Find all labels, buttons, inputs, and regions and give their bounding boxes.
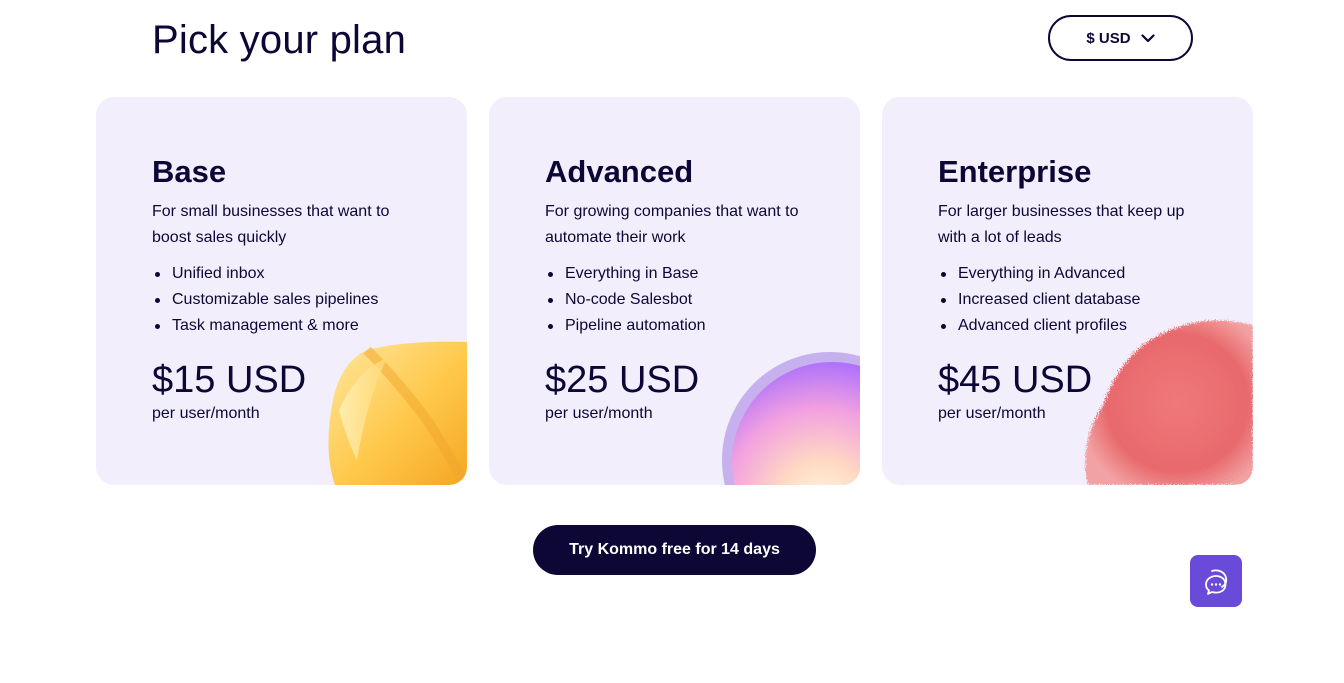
feature-item: Unified inbox — [152, 261, 422, 287]
plan-price: $25 USD — [545, 359, 700, 401]
plan-card-base: Base For small businesses that want to b… — [96, 97, 467, 485]
feature-item: Everything in Base — [545, 261, 815, 287]
plan-name: Enterprise — [938, 154, 1092, 189]
plan-description: For larger businesses that keep up with … — [938, 203, 1185, 246]
plan-period: per user/month — [545, 405, 653, 422]
feature-item: Customizable sales pipelines — [152, 287, 422, 313]
feature-item: Task management & more — [152, 313, 422, 339]
feature-item: No-code Salesbot — [545, 287, 815, 313]
plan-card-advanced: Advanced For growing companies that want… — [489, 97, 860, 485]
feature-list: Everything in Advanced Increased client … — [938, 261, 1208, 339]
plan-price: $15 USD — [152, 359, 307, 401]
pricing-page: Pick your plan $ USD Base For small busi… — [0, 0, 1344, 683]
try-free-button[interactable]: Try Kommo free for 14 days — [533, 525, 816, 575]
plan-period: per user/month — [152, 405, 260, 422]
plan-price: $45 USD — [938, 359, 1093, 401]
chat-bubbles-icon — [1205, 569, 1228, 595]
chat-widget-button[interactable] — [1190, 555, 1242, 607]
currency-label: $ USD — [1086, 29, 1131, 47]
feature-item: Advanced client profiles — [938, 313, 1208, 339]
feature-list: Everything in Base No-code Salesbot Pipe… — [545, 261, 815, 339]
page-title: Pick your plan — [152, 18, 407, 62]
plan-card-enterprise: Enterprise For larger businesses that ke… — [882, 97, 1253, 485]
plan-period: per user/month — [938, 405, 1046, 422]
plan-name: Advanced — [545, 154, 694, 189]
feature-list: Unified inbox Customizable sales pipelin… — [152, 261, 422, 339]
plan-name: Base — [152, 154, 227, 189]
feature-item: Increased client database — [938, 287, 1208, 313]
plan-description: For small businesses that want to boost … — [152, 203, 390, 246]
feature-item: Everything in Advanced — [938, 261, 1208, 287]
feature-item: Pipeline automation — [545, 313, 815, 339]
currency-dropdown[interactable]: $ USD — [1048, 15, 1193, 61]
chevron-down-icon — [1140, 33, 1155, 42]
plan-description: For growing companies that want to autom… — [545, 203, 799, 246]
